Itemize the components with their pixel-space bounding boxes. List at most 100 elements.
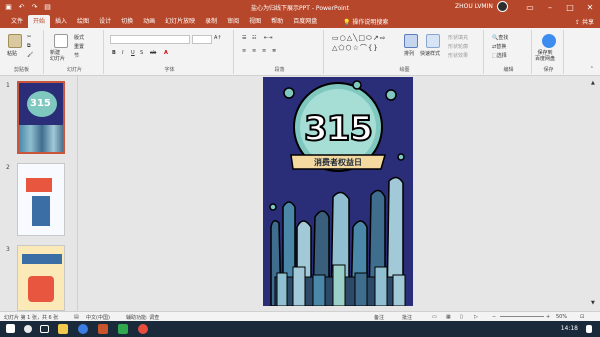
app-icon[interactable] <box>138 324 148 334</box>
share-button[interactable]: ⇪ 共享 <box>575 17 594 26</box>
task-view-icon[interactable] <box>40 325 49 333</box>
reading-view-icon[interactable]: ▯ <box>460 314 463 320</box>
shape-fill-button[interactable]: 形状填充 <box>448 34 468 41</box>
scroll-down-icon[interactable]: ▼ <box>591 300 597 306</box>
tab-transitions[interactable]: 切换 <box>116 15 138 28</box>
save-to-baidu-button[interactable]: 保存到 百度网盘 <box>535 50 555 62</box>
indent-icon[interactable]: ⇤⇥ <box>264 35 272 41</box>
zoom-level[interactable]: 50% <box>556 314 567 320</box>
zoom-in-icon[interactable]: + <box>546 314 550 320</box>
save-group: 保存到 百度网盘 保存 <box>534 30 564 74</box>
strikethrough-icon[interactable]: ab <box>150 50 156 56</box>
select-label[interactable]: 选择 <box>497 53 507 59</box>
new-slide-icon[interactable] <box>54 34 68 48</box>
tab-home[interactable]: 开始 <box>28 15 51 28</box>
align-center-icon[interactable]: ≡ <box>252 48 256 54</box>
numbering-icon[interactable]: ☷ <box>252 35 256 41</box>
avatar[interactable] <box>497 1 508 12</box>
ribbon-display-icon[interactable]: ▭ <box>520 0 540 14</box>
align-right-icon[interactable]: ≡ <box>262 48 266 54</box>
user-name[interactable]: ZHOU LVMIN <box>455 3 493 10</box>
notes-button[interactable]: 备注 <box>374 314 384 321</box>
new-slide-button[interactable]: 新建 幻灯片 <box>50 50 65 62</box>
section-button[interactable]: 节 <box>74 52 79 59</box>
slide-thumbnails-panel[interactable]: 1 315 2 3 <box>0 76 78 311</box>
thumb2-figure <box>32 196 50 226</box>
zoom-slider[interactable] <box>500 316 544 317</box>
tab-animations[interactable]: 动画 <box>138 15 160 28</box>
paragraph-label: 段落 <box>274 67 285 73</box>
taskbar-clock[interactable]: 14:18 <box>561 325 578 332</box>
baidu-cloud-icon[interactable] <box>542 34 556 48</box>
vertical-scrollbar[interactable]: ▲ ▼ <box>590 76 598 311</box>
language[interactable]: 中文(中国) <box>86 314 110 321</box>
tab-help[interactable]: 帮助 <box>266 15 288 28</box>
slide-number-3: 3 <box>6 246 10 253</box>
font-label: 字体 <box>164 67 175 73</box>
window-controls: ▭ – □ ✕ <box>520 0 600 14</box>
file-explorer-icon[interactable] <box>58 324 68 334</box>
underline-icon[interactable]: U <box>131 50 135 56</box>
tab-baidu[interactable]: 百度网盘 <box>288 15 322 28</box>
bold-icon[interactable]: B <box>112 50 116 56</box>
find-label[interactable]: 查找 <box>498 35 508 41</box>
reset-button[interactable]: 重置 <box>74 43 84 50</box>
search-box[interactable]: 💡 操作说明搜索 <box>343 17 388 26</box>
tab-file[interactable]: 文件 <box>6 15 28 28</box>
slide-thumbnail-2[interactable] <box>17 163 65 236</box>
tab-record[interactable]: 录制 <box>200 15 222 28</box>
tab-draw[interactable]: 绘图 <box>72 15 94 28</box>
font-name-box[interactable] <box>110 35 190 44</box>
italic-icon[interactable]: I <box>122 50 123 56</box>
slide-thumbnail-1[interactable]: 315 <box>17 81 65 154</box>
justify-icon[interactable]: ≣ <box>272 48 276 54</box>
cut-icon[interactable]: ✂ <box>27 34 31 40</box>
tab-review[interactable]: 审阅 <box>222 15 244 28</box>
shapes-gallery[interactable]: ▭○△╲□⬭↗⇨ <box>332 34 387 43</box>
bullets-icon[interactable]: ☰ <box>242 35 246 41</box>
format-painter-icon[interactable]: 🖌 <box>27 52 33 58</box>
layout-button[interactable]: 版式 <box>74 34 84 41</box>
close-icon[interactable]: ✕ <box>580 0 600 14</box>
shape-effects-button[interactable]: 形状效果 <box>448 52 468 59</box>
zoom-out-icon[interactable]: − <box>492 314 496 320</box>
increase-font-icon[interactable]: A↑ <box>214 35 222 41</box>
accessibility-status[interactable]: 辅助功能: 调查 <box>126 314 159 321</box>
replace-label[interactable]: 替换 <box>496 44 506 50</box>
quick-styles-icon[interactable] <box>426 34 440 48</box>
tab-design[interactable]: 设计 <box>94 15 116 28</box>
slide-canvas[interactable]: 315 消费者权益日 <box>263 77 413 306</box>
spellcheck-icon[interactable]: ▤ <box>74 314 79 320</box>
edge-icon[interactable] <box>78 324 88 334</box>
align-left-icon[interactable]: ≡ <box>242 48 246 54</box>
collapse-ribbon-icon[interactable]: ⌃ <box>590 66 594 72</box>
fit-slide-icon[interactable]: ⊡ <box>580 314 584 320</box>
quick-styles-button[interactable]: 快速样式 <box>420 50 440 57</box>
wechat-icon[interactable] <box>118 324 128 334</box>
slideshow-view-icon[interactable]: ▷ <box>474 314 478 320</box>
minimize-icon[interactable]: – <box>540 0 560 14</box>
font-size-box[interactable] <box>192 35 212 44</box>
shape-outline-button[interactable]: 形状轮廓 <box>448 43 468 50</box>
arrange-icon[interactable] <box>404 34 418 48</box>
paste-button[interactable]: 粘贴 <box>7 50 17 57</box>
normal-view-icon[interactable]: ▭ <box>432 314 437 320</box>
comments-button[interactable]: 批注 <box>402 314 412 321</box>
slide-thumbnail-3[interactable] <box>17 245 65 311</box>
tab-slideshow[interactable]: 幻灯片放映 <box>160 15 200 28</box>
windows-start-icon[interactable] <box>6 324 15 333</box>
paste-icon[interactable] <box>8 34 22 48</box>
shapes-gallery-row2[interactable]: △⬠⬡☆⌒{} <box>332 43 379 53</box>
copy-icon[interactable]: ⧉ <box>27 43 31 49</box>
tab-view[interactable]: 视图 <box>244 15 266 28</box>
arrange-button[interactable]: 排列 <box>404 50 414 57</box>
scroll-up-icon[interactable]: ▲ <box>591 80 597 86</box>
powerpoint-icon[interactable] <box>98 324 108 334</box>
shadow-icon[interactable]: S <box>140 50 143 56</box>
maximize-icon[interactable]: □ <box>560 0 580 14</box>
search-icon[interactable] <box>24 325 32 333</box>
font-color-icon[interactable]: A <box>164 50 168 56</box>
notification-icon[interactable] <box>586 325 592 333</box>
tab-insert[interactable]: 插入 <box>50 15 72 28</box>
sorter-view-icon[interactable]: ▦ <box>446 314 451 320</box>
